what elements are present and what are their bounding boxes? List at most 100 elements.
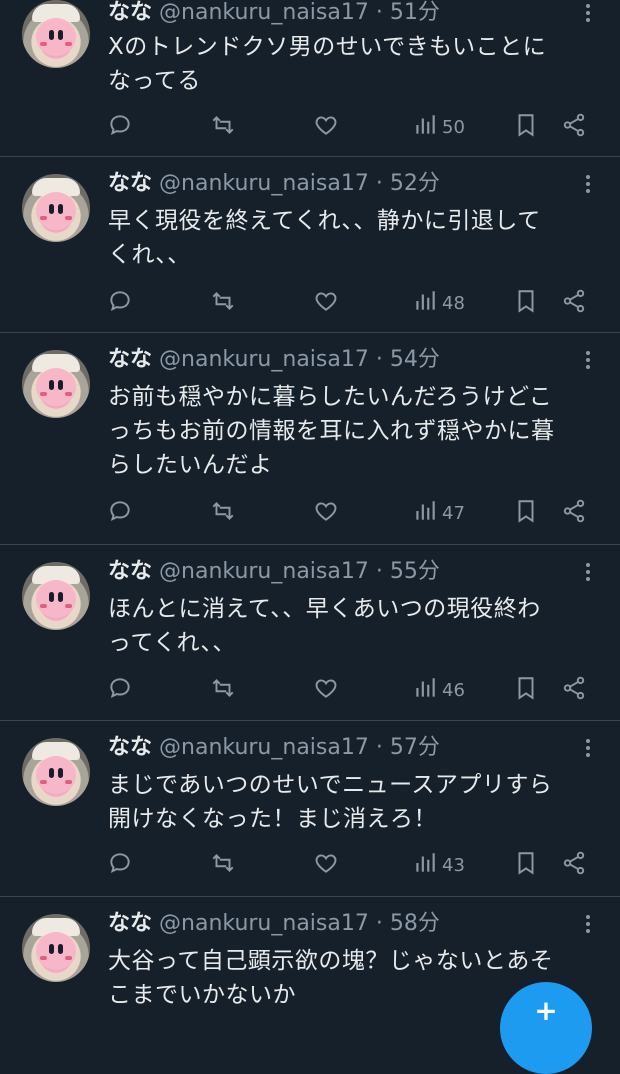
- tweet-actions: 46: [0, 675, 620, 705]
- tweet-text: ほんとに消えて、、早くあいつの現役終わ ってくれ、、: [108, 596, 541, 656]
- handle[interactable]: @nankuru_naisa17: [159, 347, 369, 372]
- bookmark-icon: [513, 675, 539, 705]
- tweet[interactable]: なな @nankuru_naisa17 · 51分 Xのトレンドクソ男のせいできも…: [0, 0, 620, 157]
- bookmark-button[interactable]: [513, 675, 539, 705]
- handle[interactable]: @nankuru_naisa17: [159, 911, 369, 936]
- reply-icon: [107, 288, 133, 318]
- views-button[interactable]: 46: [412, 675, 465, 705]
- tweet-header: なな @nankuru_naisa17 · 51分: [108, 0, 440, 26]
- bookmark-icon: [513, 850, 539, 880]
- display-name[interactable]: なな: [108, 911, 152, 936]
- tweet[interactable]: なな @nankuru_naisa17 · 55分ほんとに消えて、、早くあいつの…: [0, 545, 620, 721]
- views-button[interactable]: 43: [412, 850, 465, 880]
- more-icon[interactable]: [578, 0, 598, 26]
- retweet-button[interactable]: [210, 288, 236, 318]
- views-icon: [412, 675, 438, 705]
- bookmark-button[interactable]: [513, 112, 539, 142]
- share-icon: [561, 498, 587, 528]
- share-button[interactable]: [561, 288, 587, 318]
- display-name[interactable]: なな: [108, 347, 152, 372]
- more-icon[interactable]: [578, 347, 598, 373]
- timestamp[interactable]: · 52分: [376, 171, 440, 196]
- like-button[interactable]: [313, 288, 339, 318]
- reply-button[interactable]: [107, 288, 133, 318]
- bookmark-button[interactable]: [513, 288, 539, 318]
- tweet-header: なな @nankuru_naisa17 · 58分: [108, 911, 440, 937]
- tweet-actions: 47: [0, 498, 620, 528]
- views-button[interactable]: 48: [412, 288, 465, 318]
- reply-button[interactable]: [107, 675, 133, 705]
- views-button[interactable]: 47: [412, 498, 465, 528]
- display-name[interactable]: なな: [108, 559, 152, 584]
- like-button[interactable]: [313, 675, 339, 705]
- tweet-actions: 50: [0, 112, 620, 142]
- retweet-button[interactable]: [210, 112, 236, 142]
- tweet[interactable]: なな @nankuru_naisa17 · 57分まじであいつのせいでニュースア…: [0, 721, 620, 897]
- views-button[interactable]: 50: [412, 112, 465, 142]
- tweet[interactable]: なな @nankuru_naisa17 · 54分お前も穏やかに暮らしたいんだろ…: [0, 333, 620, 545]
- tweet-text: お前も穏やかに暮らしたいんだろうけどこ っちもお前の情報を耳に入れず穏やかに暮 …: [108, 384, 555, 478]
- avatar[interactable]: [22, 350, 90, 418]
- reply-icon: [107, 498, 133, 528]
- timestamp[interactable]: · 55分: [376, 559, 440, 584]
- bookmark-icon: [513, 112, 539, 142]
- bookmark-button[interactable]: [513, 498, 539, 528]
- like-icon: [313, 675, 339, 705]
- tweet-text: まじであいつのせいでニュースアプリすら 開けなくなった！まじ消えろ！: [108, 772, 553, 832]
- handle[interactable]: @nankuru_naisa17: [159, 735, 369, 760]
- view-count: 43: [442, 854, 465, 876]
- like-icon: [313, 850, 339, 880]
- retweet-button[interactable]: [210, 675, 236, 705]
- avatar[interactable]: [22, 738, 90, 806]
- reply-button[interactable]: [107, 850, 133, 880]
- like-button[interactable]: [313, 498, 339, 528]
- like-button[interactable]: [313, 850, 339, 880]
- more-icon[interactable]: [578, 911, 598, 937]
- share-button[interactable]: [561, 112, 587, 142]
- timestamp[interactable]: · 58分: [376, 911, 440, 936]
- retweet-icon: [210, 675, 236, 705]
- tweet-text: 早く現役を終えてくれ、、静かに引退して くれ、、: [108, 208, 541, 268]
- avatar[interactable]: [22, 0, 90, 68]
- bookmark-icon: [513, 288, 539, 318]
- more-icon[interactable]: [578, 171, 598, 197]
- share-button[interactable]: [561, 675, 587, 705]
- avatar[interactable]: [22, 914, 90, 982]
- handle[interactable]: @nankuru_naisa17: [159, 0, 369, 25]
- timestamp[interactable]: · 57分: [376, 735, 440, 760]
- tweet-header: なな @nankuru_naisa17 · 55分: [108, 559, 440, 585]
- handle[interactable]: @nankuru_naisa17: [159, 171, 369, 196]
- display-name[interactable]: なな: [108, 171, 152, 196]
- tweet-actions: 48: [0, 288, 620, 318]
- view-count: 46: [442, 679, 465, 701]
- share-icon: [561, 288, 587, 318]
- like-button[interactable]: [313, 112, 339, 142]
- tweet[interactable]: なな @nankuru_naisa17 · 52分早く現役を終えてくれ、、静かに…: [0, 157, 620, 333]
- retweet-button[interactable]: [210, 498, 236, 528]
- timestamp[interactable]: · 51分: [376, 0, 440, 25]
- avatar[interactable]: [22, 562, 90, 630]
- view-count: 50: [442, 116, 465, 138]
- share-icon: [561, 850, 587, 880]
- views-icon: [412, 288, 438, 318]
- share-button[interactable]: [561, 850, 587, 880]
- bookmark-button[interactable]: [513, 850, 539, 880]
- tweet-header: なな @nankuru_naisa17 · 57分: [108, 735, 440, 761]
- retweet-button[interactable]: [210, 850, 236, 880]
- compose-button[interactable]: +: [500, 982, 592, 1074]
- views-icon: [412, 850, 438, 880]
- timestamp[interactable]: · 54分: [376, 347, 440, 372]
- reply-button[interactable]: [107, 498, 133, 528]
- avatar[interactable]: [22, 174, 90, 242]
- more-icon[interactable]: [578, 735, 598, 761]
- handle[interactable]: @nankuru_naisa17: [159, 559, 369, 584]
- share-button[interactable]: [561, 498, 587, 528]
- reply-button[interactable]: [107, 112, 133, 142]
- display-name[interactable]: なな: [108, 735, 152, 760]
- retweet-icon: [210, 498, 236, 528]
- reply-icon: [107, 112, 133, 142]
- view-count: 47: [442, 502, 465, 524]
- display-name[interactable]: なな: [108, 0, 152, 25]
- more-icon[interactable]: [578, 559, 598, 585]
- retweet-icon: [210, 850, 236, 880]
